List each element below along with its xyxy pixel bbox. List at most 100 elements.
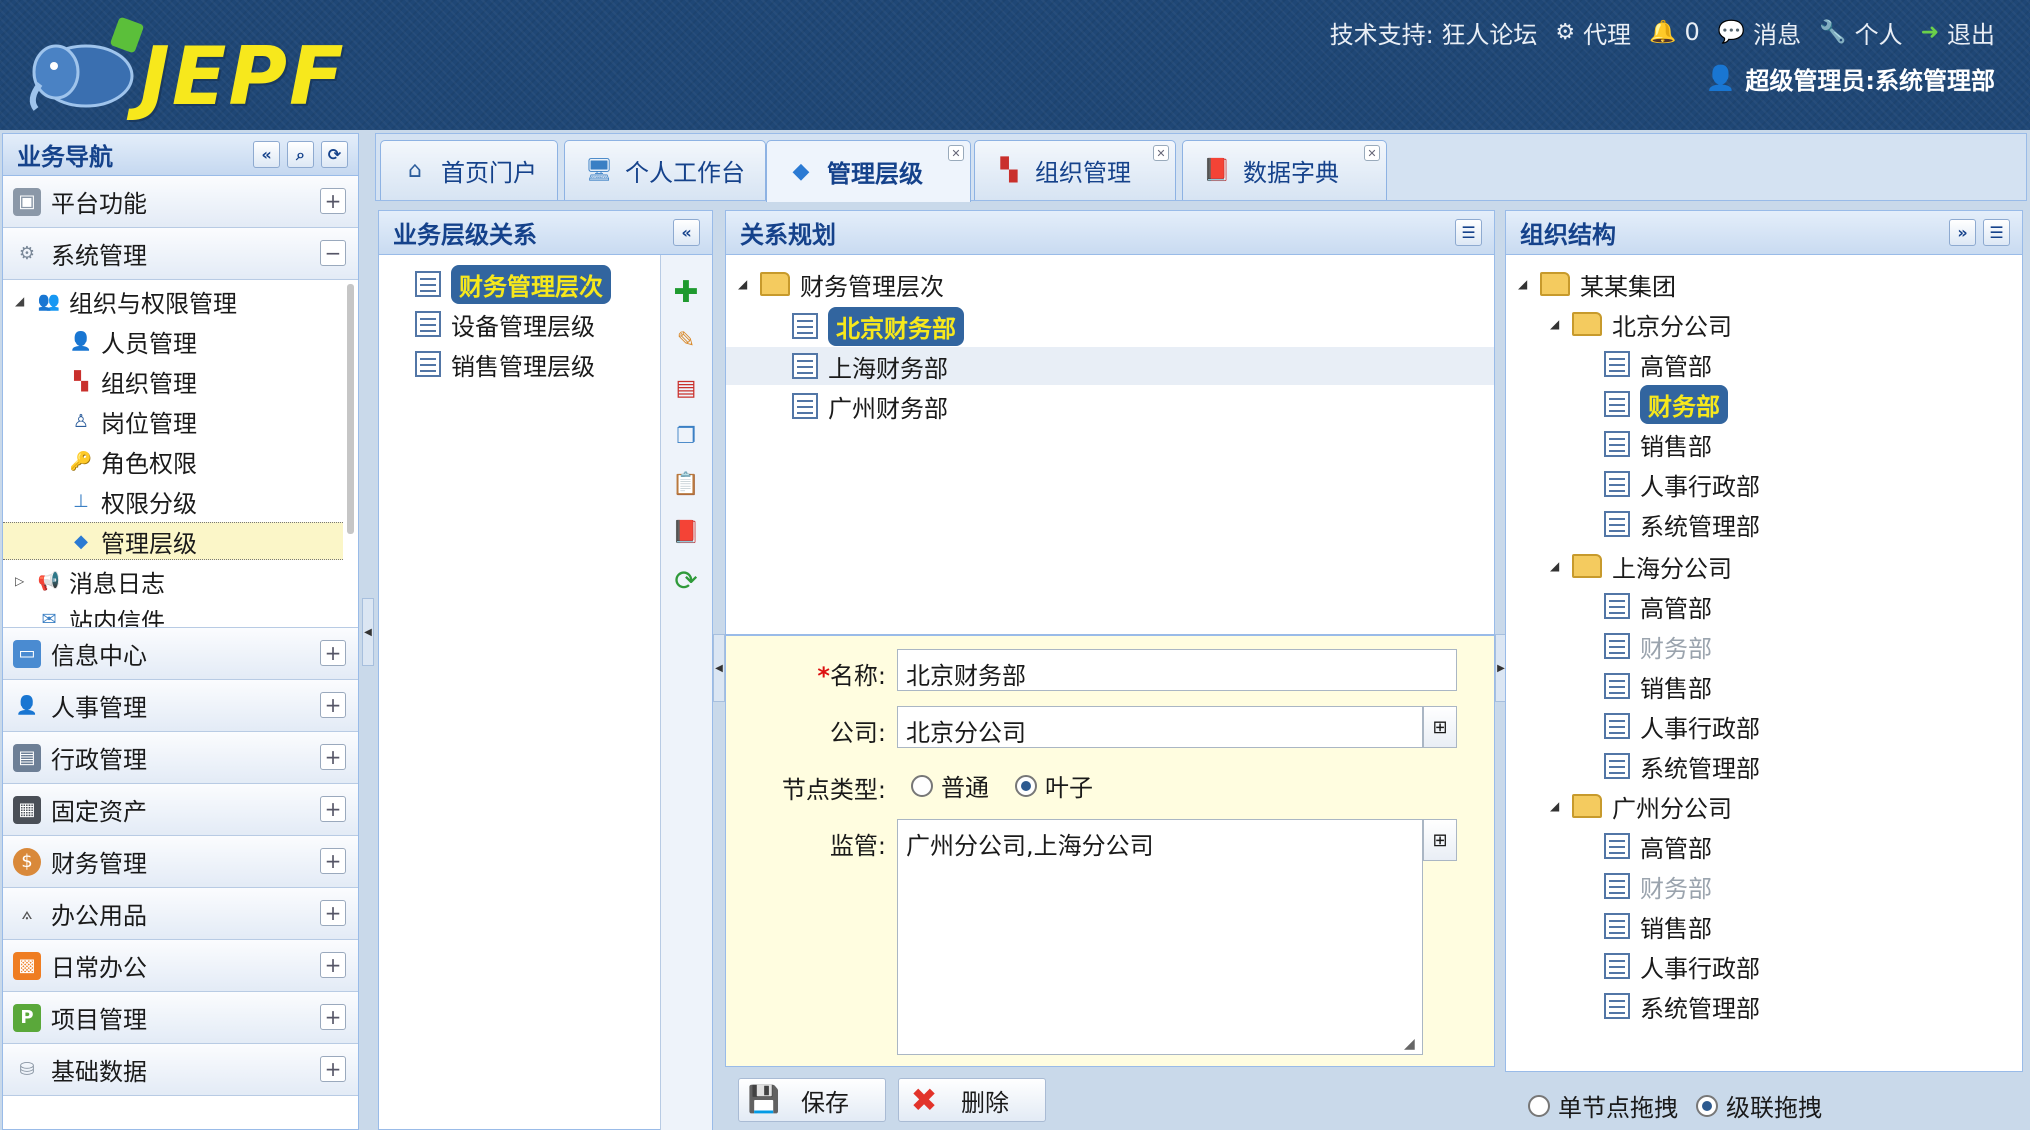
logout-link[interactable]: ➜ 退出 [1921, 15, 1995, 50]
org-dept-node[interactable]: 人事行政部 [1604, 707, 1760, 745]
org-dept-node[interactable]: 销售部 [1604, 907, 1712, 945]
hierarchy-item-equipment[interactable]: 设备管理层级 [415, 305, 595, 343]
supervise-picker-icon[interactable]: ⊞ [1423, 819, 1457, 861]
delete-button[interactable]: ✖ 删除 [898, 1078, 1046, 1122]
tab-home-portal[interactable]: ⌂ 首页门户 [380, 140, 558, 200]
tree-node-roles[interactable]: 🔑 角色权限 [67, 442, 197, 480]
refresh-button[interactable]: ⟳ [321, 141, 348, 168]
org-dept-node[interactable]: 系统管理部 [1604, 987, 1760, 1025]
close-icon[interactable]: ✕ [948, 145, 964, 161]
org-dept-node[interactable]: 销售部 [1604, 667, 1712, 705]
org-dept-node[interactable]: 系统管理部 [1604, 505, 1760, 543]
org-branch-beijing[interactable]: ◢ 北京分公司 [1550, 305, 1732, 343]
company-picker-icon[interactable]: ⊞ [1423, 706, 1457, 748]
expand-toggle[interactable]: + [320, 848, 346, 874]
tree-node-personnel[interactable]: 👤 人员管理 [67, 322, 197, 360]
close-icon[interactable]: ✕ [1153, 145, 1169, 161]
nav-section-base-data[interactable]: ⛁ 基础数据 + [3, 1044, 358, 1096]
expand-toggle[interactable]: + [320, 1056, 346, 1082]
tab-org-management[interactable]: ▚ 组织管理 ✕ [974, 140, 1176, 200]
org-branch-guangzhou[interactable]: ◢ 广州分公司 [1550, 787, 1732, 825]
binoculars-button[interactable]: ⌕ [287, 141, 314, 168]
add-icon[interactable]: ✚ [669, 275, 703, 310]
tree-scrollbar[interactable] [347, 284, 354, 534]
nav-section-office-supplies[interactable]: ⟑ 办公用品 + [3, 888, 358, 940]
org-dept-node[interactable]: 系统管理部 [1604, 747, 1760, 785]
refresh-icon[interactable]: ⟳ [669, 563, 703, 597]
org-dept-node[interactable]: 销售部 [1604, 425, 1712, 463]
hierarchy-item-finance[interactable]: 财务管理层次 [415, 264, 611, 304]
book-icon[interactable]: 📕 [669, 515, 703, 549]
nav-section-daily-office[interactable]: ▩ 日常办公 + [3, 940, 358, 992]
close-icon[interactable]: ✕ [1364, 145, 1380, 161]
expand-toggle[interactable]: + [320, 188, 346, 214]
tab-management-levels[interactable]: ◆ 管理层级 ✕ [766, 140, 971, 202]
tab-data-dictionary[interactable]: 📕 数据字典 ✕ [1182, 140, 1387, 200]
org-dept-node[interactable]: 财务部 [1604, 384, 1728, 424]
messages-link[interactable]: 💬 消息 [1718, 15, 1801, 50]
tree-node-message-log[interactable]: ▷ 📢 消息日志 [15, 562, 165, 600]
expand-toggle[interactable]: + [320, 796, 346, 822]
support-link[interactable]: 技术支持: 狂人论坛 [1330, 15, 1538, 50]
tree-node-management-levels[interactable]: ◆ 管理层级 [3, 522, 343, 560]
plan-node-guangzhou[interactable]: 广州财务部 [792, 387, 948, 425]
tree-options-button[interactable]: ☰ [1455, 219, 1482, 246]
nav-section-assets[interactable]: ▦ 固定资产 + [3, 784, 358, 836]
org-dept-node[interactable]: 财务部 [1604, 627, 1712, 665]
org-dept-node[interactable]: 财务部 [1604, 867, 1712, 905]
org-dept-node[interactable]: 高管部 [1604, 587, 1712, 625]
plan-node-beijing[interactable]: 北京财务部 [792, 306, 964, 346]
nav-section-admin[interactable]: ▤ 行政管理 + [3, 732, 358, 784]
left-collapse-handle[interactable]: ◀ [362, 598, 374, 666]
plan-root-node[interactable]: ◢ 财务管理层次 [738, 265, 944, 303]
edit-icon[interactable]: ✎ [669, 323, 703, 357]
expand-toggle[interactable]: + [320, 744, 346, 770]
org-dept-node[interactable]: 人事行政部 [1604, 465, 1760, 503]
nav-section-system[interactable]: ⚙ 系统管理 − [3, 228, 358, 280]
collapse-left-button[interactable]: « [253, 141, 280, 168]
save-button[interactable]: 💾 保存 [738, 1078, 886, 1122]
tab-personal-workbench[interactable]: 🖥 个人工作台 [564, 140, 766, 200]
tree-options-button[interactable]: ☰ [1983, 219, 2010, 246]
org-dept-node[interactable]: 人事行政部 [1604, 947, 1760, 985]
copy-icon[interactable]: ❐ [669, 419, 703, 453]
nav-section-platform[interactable]: ▣ 平台功能 + [3, 176, 358, 228]
expand-right-button[interactable]: » [1949, 219, 1976, 246]
agent-link[interactable]: ⚙ 代理 [1555, 15, 1631, 50]
cascade-drag-radio[interactable]: 级联拖拽 [1696, 1088, 1822, 1123]
org-dept-node[interactable]: 高管部 [1604, 345, 1712, 383]
tree-node-positions[interactable]: ♙ 岗位管理 [67, 402, 197, 440]
delete-doc-icon[interactable]: ▤ [669, 371, 703, 405]
tree-node-permission-levels[interactable]: ⊥ 权限分级 [67, 482, 197, 520]
supervise-textarea[interactable]: 广州分公司,上海分公司 [897, 819, 1423, 1055]
expand-toggle[interactable]: + [320, 900, 346, 926]
plan-left-splitter[interactable]: ◀ [713, 634, 725, 702]
company-input[interactable]: 北京分公司 [897, 706, 1423, 748]
paste-icon[interactable]: 📋 [669, 467, 703, 501]
expand-toggle[interactable]: + [320, 640, 346, 666]
tree-node-internal-mail[interactable]: ✉ 站内信件 [35, 600, 165, 628]
tree-node-org-permission[interactable]: ◢ 👥 组织与权限管理 [15, 282, 237, 320]
hierarchy-item-sales[interactable]: 销售管理层级 [415, 345, 595, 383]
expand-toggle[interactable]: + [320, 692, 346, 718]
node-type-normal-radio[interactable]: 普通 [911, 768, 989, 803]
expand-toggle[interactable]: + [320, 952, 346, 978]
nav-section-finance[interactable]: $ 财务管理 + [3, 836, 358, 888]
personal-link[interactable]: 🔧 个人 [1819, 15, 1902, 50]
notifications-link[interactable]: 🔔 0 [1649, 18, 1700, 46]
nav-section-projects[interactable]: P 项目管理 + [3, 992, 358, 1044]
single-node-drag-radio[interactable]: 单节点拖拽 [1528, 1088, 1678, 1123]
nav-section-hr[interactable]: 👤 人事管理 + [3, 680, 358, 732]
collapse-toggle[interactable]: − [320, 240, 346, 266]
node-type-leaf-radio[interactable]: 叶子 [1015, 768, 1093, 803]
tree-node-org[interactable]: ▚ 组织管理 [67, 362, 197, 400]
collapse-panel-button[interactable]: « [673, 219, 700, 246]
org-dept-node[interactable]: 高管部 [1604, 827, 1712, 865]
resize-grip-icon[interactable]: ◢ [1404, 1036, 1415, 1052]
plan-node-shanghai[interactable]: 上海财务部 [726, 347, 1494, 385]
org-root-node[interactable]: ◢ 某某集团 [1518, 265, 1676, 303]
name-input[interactable]: 北京财务部 [897, 649, 1457, 691]
nav-section-info[interactable]: ▭ 信息中心 + [3, 628, 358, 680]
org-branch-shanghai[interactable]: ◢ 上海分公司 [1550, 547, 1732, 585]
expand-toggle[interactable]: + [320, 1004, 346, 1030]
